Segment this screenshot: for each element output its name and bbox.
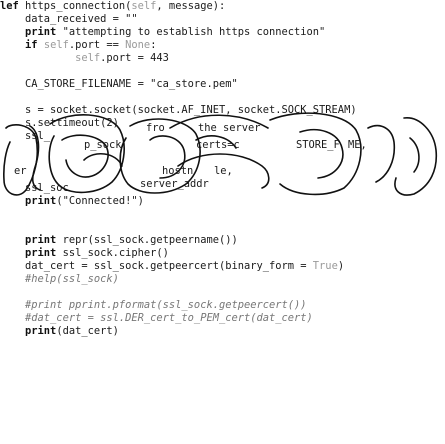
- code-line: print "attempting to establish https con…: [25, 26, 326, 38]
- code-editor[interactable]: lef https_connection(self, message): dat…: [0, 0, 445, 444]
- code-line: ssl_: [0, 130, 51, 142]
- code-line: self.port = 443: [75, 52, 169, 64]
- code-line: print("Connected!"): [25, 195, 144, 207]
- code-line: #dat_cert = ssl.DER_cert_to_PEM_cert(dat…: [25, 312, 313, 324]
- code-line: lef https_connection(self, message):: [0, 0, 226, 12]
- code-line: ssl_soc: [0, 182, 69, 194]
- code-line: print repr(ssl_sock.getpeername()): [25, 234, 238, 246]
- code-line: data_received = "": [0, 13, 138, 25]
- code-line: s = socket.socket(socket.AF_INET, socket…: [0, 104, 357, 116]
- code-line: dat_cert = ssl_sock.getpeercert(binary_f…: [0, 260, 345, 272]
- code-line: print ssl_sock.cipher(): [25, 247, 169, 259]
- code-line: CA_STORE_FILENAME = "ca_store.pem": [0, 78, 238, 90]
- code-line: if self.port == None:: [25, 39, 157, 51]
- code-line: #print pprint.pformat(ssl_sock.getpeerce…: [25, 299, 307, 311]
- code-line: print(dat_cert): [25, 325, 119, 337]
- code-line: s.settimeout(2): [0, 117, 119, 129]
- code-line: #help(ssl_sock): [25, 273, 119, 285]
